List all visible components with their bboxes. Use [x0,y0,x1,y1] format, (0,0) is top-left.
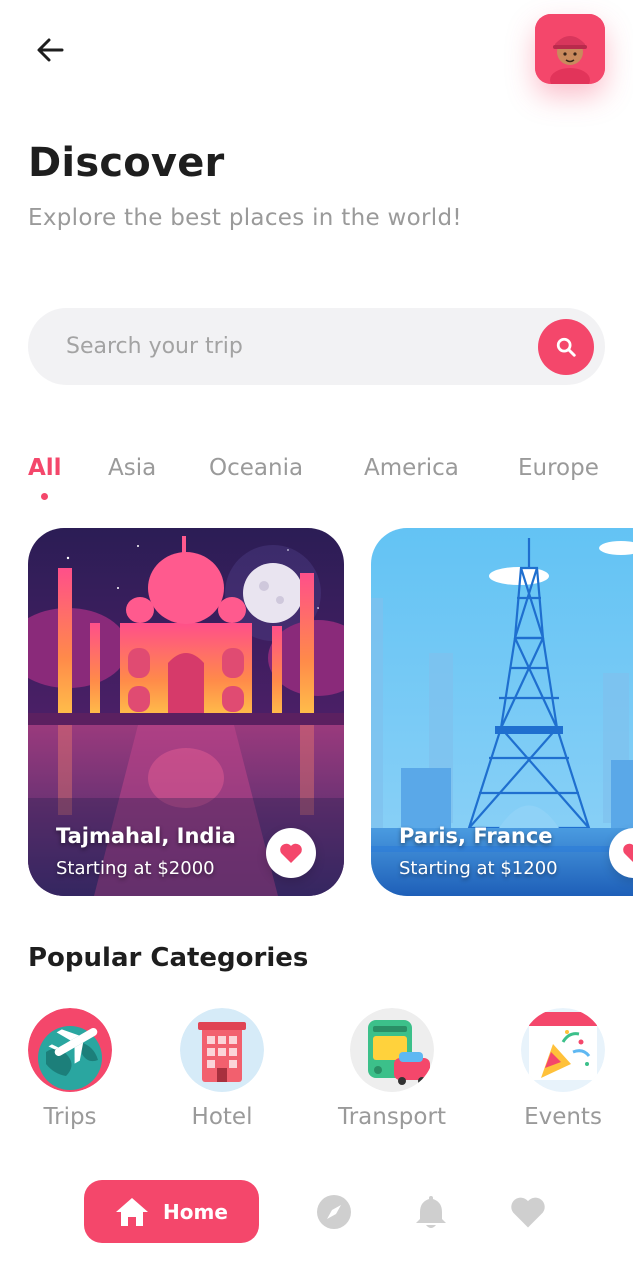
bell-icon [416,1196,446,1228]
avatar[interactable] [535,14,605,84]
tab-america[interactable]: America [364,455,459,481]
tab-asia[interactable]: Asia [108,455,156,481]
category-label: Trips [43,1104,97,1130]
compass-icon [317,1195,351,1229]
search-input[interactable] [28,308,528,385]
search-bar [28,308,605,385]
place-price: Starting at $2000 [56,858,215,879]
tab-europe[interactable]: Europe [518,455,599,481]
heart-icon [623,843,633,862]
place-card[interactable]: Tajmahal, India Starting at $2000 [28,528,344,896]
bottom-nav: Home [0,1160,633,1270]
user-avatar-icon [535,14,605,84]
bus-car-icon [350,1008,434,1092]
heart-icon [280,843,302,863]
back-button[interactable] [30,30,70,70]
places-carousel[interactable]: Tajmahal, India Starting at $2000 Paris,… [0,528,633,898]
category-transport[interactable]: Transport [332,1008,452,1130]
place-card[interactable]: Paris, France Starting at $1200 [371,528,633,896]
tab-all[interactable]: All [28,455,62,481]
region-tabs: All Asia Oceania America Europe [28,455,618,505]
nav-notifications-button[interactable] [411,1192,451,1232]
airplane-globe-icon [28,1008,112,1092]
nav-home-button[interactable]: Home [84,1180,259,1243]
tab-oceania[interactable]: Oceania [209,455,303,481]
hotel-icon [180,1008,264,1092]
party-popper-icon [521,1008,605,1092]
category-trips[interactable]: Trips [28,1008,112,1130]
page-subtitle: Explore the best places in the world! [28,205,462,231]
category-hotel[interactable]: Hotel [180,1008,264,1130]
arrow-left-icon [37,38,64,62]
place-price: Starting at $1200 [399,858,558,879]
categories-title: Popular Categories [28,943,309,973]
nav-home-label: Home [163,1199,228,1224]
home-icon [116,1197,149,1226]
place-name: Paris, France [399,824,553,848]
active-tab-indicator [41,493,48,500]
place-name: Tajmahal, India [56,824,236,848]
nav-explore-button[interactable] [314,1192,354,1232]
nav-favorites-button[interactable] [508,1192,548,1232]
category-label: Events [524,1104,602,1130]
search-button[interactable] [538,319,594,375]
category-label: Transport [338,1104,446,1130]
heart-icon [511,1197,545,1228]
favorite-button[interactable] [266,828,316,878]
category-label: Hotel [191,1104,253,1130]
search-icon [556,337,576,357]
category-events[interactable]: Events [521,1008,605,1130]
page-title: Discover [28,140,225,186]
